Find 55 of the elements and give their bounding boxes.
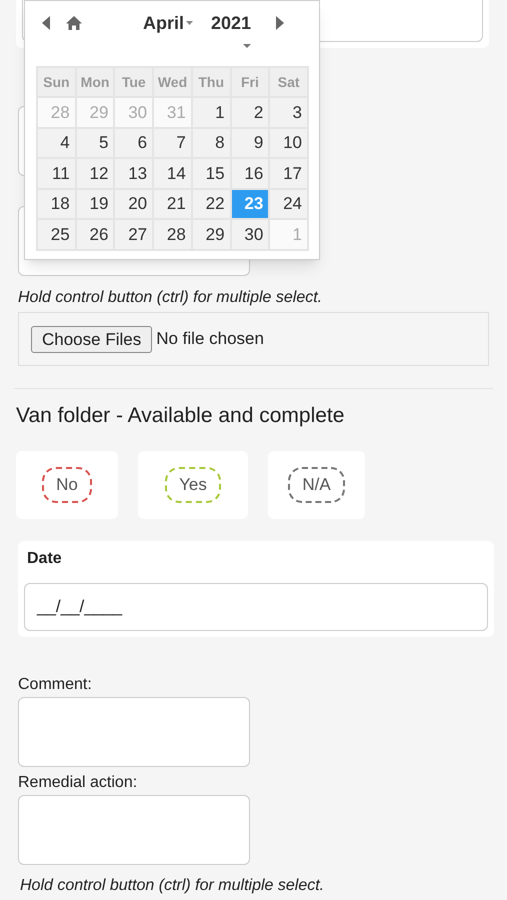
day-cell[interactable]: 3 [269,97,308,128]
day-cell[interactable]: 28 [153,219,192,250]
option-button[interactable]: Yes [165,467,221,503]
day-cell[interactable]: 6 [114,128,154,158]
day-cell[interactable]: 15 [192,158,231,188]
day-cell[interactable]: 25 [37,219,76,250]
field-label: Date [27,549,62,569]
weekday-header: Tue [114,67,154,97]
day-cell[interactable]: 20 [114,188,154,219]
day-cell[interactable]: 11 [37,158,76,188]
weekday-header: Thu [192,67,231,97]
date-input[interactable]: __/__/____ [24,583,488,631]
day-cell[interactable]: 9 [230,128,270,158]
day-cell[interactable]: 30 [230,219,270,250]
choose-files-button[interactable]: Choose Files [31,326,152,352]
day-cell[interactable]: 22 [192,188,231,219]
day-cell[interactable]: 19 [76,188,114,219]
day-cell[interactable]: 12 [76,158,114,188]
field-label: Comment: [18,675,92,695]
weekday-header: Fri [230,67,270,97]
day-cell[interactable]: 21 [153,188,192,219]
previous-icon[interactable] [41,15,51,31]
section-title: Van folder - Available and complete [16,403,344,429]
home-icon[interactable] [65,15,83,31]
field-label: Remedial action: [18,773,138,793]
caret-icon [243,44,251,48]
day-cell[interactable]: 8 [192,128,231,158]
file-status: No file chosen [156,328,264,350]
day-cell[interactable]: 1 [192,97,231,128]
weekday-header: Sun [37,67,76,97]
option-button[interactable]: No [42,467,92,503]
day-cell[interactable]: 18 [37,188,76,219]
day-cell[interactable]: 13 [114,158,154,188]
day-cell[interactable]: 14 [153,158,192,188]
year-dropdown[interactable]: 2021 [211,10,252,36]
day-cell[interactable]: 29 [192,219,231,250]
month-dropdown[interactable]: April [143,10,194,36]
caret-icon [186,21,194,25]
hint-text: Hold control button (ctrl) for multiple select. [20,877,324,895]
day-cell[interactable]: 24 [269,188,308,219]
day-cell[interactable]: 26 [76,219,114,250]
day-cell[interactable]: 5 [76,128,114,158]
next-icon[interactable] [275,15,286,31]
day-cell[interactable]: 4 [37,128,76,158]
day-cell[interactable]: 16 [230,158,270,188]
weekday-header: Wed [153,67,192,97]
option-button[interactable]: N/A [288,467,345,503]
weekday-header: Mon [76,67,114,97]
day-cell[interactable]: 17 [269,158,308,188]
weekday-header: Sat [269,67,308,97]
hint-text: Hold control button (ctrl) for multiple select. [18,288,322,308]
day-cell[interactable]: 2 [230,97,270,128]
day-cell[interactable]: 27 [114,219,154,250]
day-cell[interactable]: 7 [153,128,192,158]
day-cell[interactable]: 10 [269,128,308,158]
